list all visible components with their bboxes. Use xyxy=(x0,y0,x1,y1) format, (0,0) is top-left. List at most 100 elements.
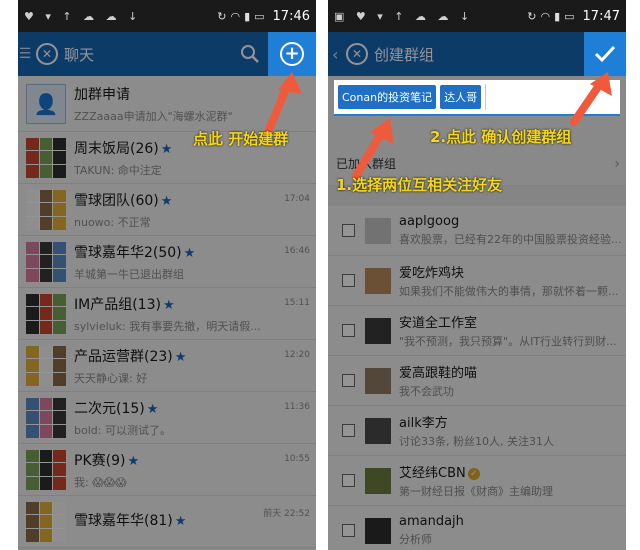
star-icon: ★ xyxy=(160,141,173,157)
sync-icon: ↻ xyxy=(217,9,227,23)
back-icon[interactable]: ‹ xyxy=(332,45,342,64)
select-checkbox[interactable] xyxy=(342,374,355,387)
group-avatar xyxy=(26,137,66,178)
chat-name: 雪球嘉年华2(50) xyxy=(74,244,182,261)
star-icon: ★ xyxy=(183,245,196,261)
page-title: 聊天 xyxy=(64,45,95,64)
chat-last-message: 羊城第一牛已退出群组 xyxy=(74,267,184,281)
chat-time: 12:20 xyxy=(284,350,310,360)
selected-members-bar: Conan的投资笔记 达人哥 xyxy=(334,80,620,116)
select-checkbox[interactable] xyxy=(342,224,355,237)
chat-last-message: ZZZaaaa申请加入"海螺水泥群" xyxy=(74,109,233,123)
battery-icon: ▭ xyxy=(564,9,575,23)
select-checkbox[interactable] xyxy=(342,424,355,437)
create-group-screen: ▣ ♥ ▾ ↑ ☁ ☁ ↓ ↻ ◠ ▮ ▭ 17:47 ‹ ✕ 创建群组 Con… xyxy=(328,0,626,550)
status-bar: ▣ ♥ ▾ ↑ ☁ ☁ ↓ ↻ ◠ ▮ ▭ 17:47 xyxy=(328,0,626,32)
app-bar: ☰ ✕ 聊天 + xyxy=(18,32,316,76)
contact-description: 如果我们不能做伟大的事情，那就怀着一颗... xyxy=(399,285,619,298)
group-avatar xyxy=(26,345,66,386)
contact-name: 艾经纬CBN xyxy=(399,466,466,481)
chat-time: 17:04 xyxy=(284,194,310,204)
contact-name: ailk李方 xyxy=(399,416,448,431)
avatar xyxy=(365,217,391,244)
contact-name: 安道全工作室 xyxy=(399,316,478,331)
add-user-icon: 👤 xyxy=(26,83,66,124)
star-icon: ★ xyxy=(127,453,140,469)
chat-last-message: bold: 可以测试了。 xyxy=(74,423,171,437)
contact-item[interactable]: amandajh 分析师 xyxy=(328,506,626,550)
chat-item[interactable]: 👤 加群申请 ZZZaaaa申请加入"海螺水泥群" xyxy=(18,76,316,132)
avatar xyxy=(365,367,391,394)
chat-name: 产品运营群(23) xyxy=(74,348,173,365)
contact-name: 爱吃炸鸡块 xyxy=(399,266,465,281)
wifi-icon: ◠ xyxy=(230,9,241,23)
contact-item[interactable]: 爱高跟鞋的喵 我不会武功 xyxy=(328,356,626,406)
chat-name: 二次元(15) xyxy=(74,400,145,417)
contact-description: 我不会武功 xyxy=(399,385,454,398)
app-logo-icon: ✕ xyxy=(36,43,58,65)
select-checkbox[interactable] xyxy=(342,274,355,287)
contact-description: 讨论33条, 粉丝10人, 关注31人 xyxy=(399,435,554,448)
select-checkbox[interactable] xyxy=(342,474,355,487)
chat-item[interactable]: 产品运营群(23) ★ 天天静心课: 好 12:20 xyxy=(18,340,316,392)
chat-name: 周末饭局(26) xyxy=(74,140,159,157)
chat-last-message: nuowo: 不正常 xyxy=(74,215,151,229)
chat-name: 雪球嘉年华(81) xyxy=(74,512,173,529)
select-checkbox[interactable] xyxy=(342,324,355,337)
star-icon: ★ xyxy=(146,401,159,417)
select-checkbox[interactable] xyxy=(342,524,355,537)
wifi-icon: ◠ xyxy=(540,9,551,23)
contact-item[interactable]: 安道全工作室 "我不预测，我只预算"。从IT行业转行到财... xyxy=(328,306,626,356)
avatar xyxy=(365,417,391,444)
chat-last-message: TAKUN: 命中注定 xyxy=(74,163,162,177)
status-icons: ♥ ▾ ↑ ☁ ☁ ↓ xyxy=(24,9,142,23)
star-icon: ★ xyxy=(160,193,173,209)
contact-list: aaplgoog 喜欢股票，已经有22年的中国股票投资经验... 爱吃炸鸡块 如果我们… xyxy=(328,206,626,550)
contact-description: "我不预测，我只预算"。从IT行业转行到财... xyxy=(399,335,617,348)
chat-time: 11:36 xyxy=(284,402,310,412)
chat-last-message: sylvieluk: 我有事要先撤，明天请假... xyxy=(74,319,261,333)
chat-item[interactable]: IM产品组(13) ★ sylvieluk: 我有事要先撤，明天请假... 15:11 xyxy=(18,288,316,340)
app-logo-icon: ✕ xyxy=(346,43,368,65)
chat-time: 15:11 xyxy=(284,298,310,308)
group-avatar xyxy=(26,397,66,438)
status-bar: ♥ ▾ ↑ ☁ ☁ ↓ ↻ ◠ ▮ ▭ 17:46 xyxy=(18,0,316,32)
chat-item[interactable]: 雪球嘉年华(81) ★ 前天 22:52 xyxy=(18,496,316,548)
member-search-input[interactable] xyxy=(485,84,620,110)
chat-name: 加群申请 xyxy=(74,86,130,103)
group-avatar xyxy=(26,293,66,334)
verified-icon: ✓ xyxy=(467,467,480,480)
menu-icon[interactable]: ☰ xyxy=(18,46,32,62)
chat-item[interactable]: 雪球团队(60) ★ nuowo: 不正常 17:04 xyxy=(18,184,316,236)
contact-item[interactable]: aaplgoog 喜欢股票，已经有22年的中国股票投资经验... xyxy=(328,206,626,256)
contact-description: 分析师 xyxy=(399,533,432,546)
contact-item[interactable]: 艾经纬CBN ✓ 第一财经日报《财商》主编助理 xyxy=(328,456,626,506)
star-icon: ★ xyxy=(174,513,187,529)
star-icon: ★ xyxy=(162,297,175,313)
chat-item[interactable]: 二次元(15) ★ bold: 可以测试了。 11:36 xyxy=(18,392,316,444)
confirm-button[interactable] xyxy=(584,32,626,76)
group-avatar xyxy=(26,501,66,542)
star-icon: ★ xyxy=(174,349,187,365)
contact-name: amandajh xyxy=(399,514,464,529)
contact-name: aaplgoog xyxy=(399,214,460,229)
contact-item[interactable]: 爱吃炸鸡块如果我们不能做伟大的事情，那就怀着一颗... xyxy=(328,256,626,306)
contact-item[interactable]: ailk李方讨论33条, 粉丝10人, 关注31人 xyxy=(328,406,626,456)
selected-chip[interactable]: 达人哥 xyxy=(440,85,482,109)
chat-screen: ♥ ▾ ↑ ☁ ☁ ↓ ↻ ◠ ▮ ▭ 17:46 ☰ ✕ 聊天 + 👤 加群申请… xyxy=(18,0,316,550)
annotation-select-friends: 1.选择两位互相关注好友 xyxy=(336,176,503,194)
avatar xyxy=(365,517,391,544)
group-avatar xyxy=(26,241,66,282)
create-group-button[interactable]: + xyxy=(268,32,316,76)
search-button[interactable] xyxy=(232,32,268,76)
chat-last-message: 我: 😱😱😱 xyxy=(74,475,127,489)
contact-description: 第一财经日报《财商》主编助理 xyxy=(399,485,553,498)
chat-item[interactable]: 雪球嘉年华2(50) ★ 羊城第一牛已退出群组 16:46 xyxy=(18,236,316,288)
chat-last-message: 天天静心课: 好 xyxy=(74,371,148,385)
selected-chip[interactable]: Conan的投资笔记 xyxy=(338,85,437,109)
contact-name: 爱高跟鞋的喵 xyxy=(399,366,478,381)
chat-time: 前天 22:52 xyxy=(263,509,310,519)
chat-name: IM产品组(13) xyxy=(74,296,161,313)
plus-circle-icon: + xyxy=(280,42,304,66)
chat-item[interactable]: PK赛(9) ★ 我: 😱😱😱 10:55 xyxy=(18,444,316,496)
